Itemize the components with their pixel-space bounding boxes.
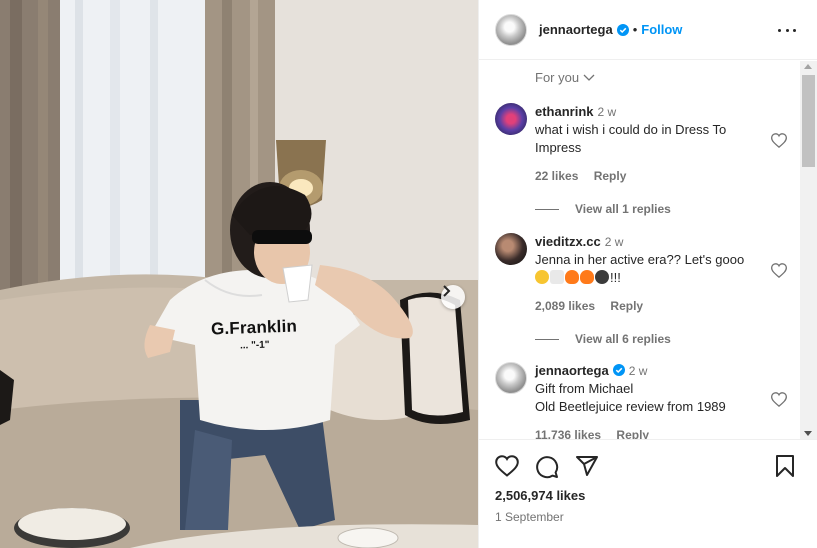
view-replies-label: View all 6 replies (575, 332, 671, 346)
comment-meta: 11,736 likes Reply (535, 428, 661, 439)
comment-sort-dropdown[interactable]: For you (535, 70, 595, 85)
comment-icon[interactable] (535, 455, 559, 479)
shirt-print-subtext: ... "-1" (239, 339, 270, 352)
comment-body: vieditzx.cc 2 w Jenna in her active era??… (535, 233, 767, 287)
reply-button[interactable]: Reply (610, 299, 643, 313)
comment-sort-label: For you (535, 70, 580, 85)
ninja-icon (595, 270, 609, 284)
reply-button[interactable]: Reply (616, 428, 649, 439)
verified-badge-icon (616, 23, 629, 36)
commenter-username[interactable]: jennaortega (535, 363, 609, 378)
heart-icon[interactable] (771, 392, 787, 407)
bookmark-icon[interactable] (775, 455, 795, 477)
heart-icon[interactable] (495, 455, 519, 477)
view-replies-label: View all 1 replies (575, 202, 671, 216)
post-header: jennaortega • Follow (479, 0, 817, 60)
commenter-avatar[interactable] (495, 103, 527, 135)
comment-likes[interactable]: 22 likes (535, 169, 578, 183)
comment-text-suffix: !!! (610, 270, 621, 285)
chevron-right-icon (443, 285, 451, 297)
comment-time: 2 w (628, 364, 648, 378)
comment-text-line2: Old Beetlejuice review from 1989 (535, 399, 726, 414)
share-icon[interactable] (575, 455, 599, 477)
author-username[interactable]: jennaortega (539, 22, 613, 37)
fire-icon (580, 270, 594, 284)
comment-meta: 2,089 likes Reply (535, 299, 655, 313)
fire-icon (565, 270, 579, 284)
post-likes-count[interactable]: 2,506,974 likes (495, 488, 585, 503)
comment-meta: 22 likes Reply (535, 169, 638, 183)
comments-list[interactable]: For you ethanrink 2 w what i wish i could… (479, 61, 817, 439)
comments-scrollbar[interactable] (800, 61, 817, 439)
scroll-thumb[interactable] (802, 75, 815, 167)
comment-text: Gift from Michael (535, 381, 634, 396)
verified-badge-icon (612, 364, 625, 376)
dash-icon (550, 270, 564, 284)
commenter-avatar[interactable] (495, 233, 527, 265)
heart-icon[interactable] (771, 263, 787, 278)
post-photo[interactable]: G.Franklin ... "-1" (0, 0, 478, 548)
chevron-down-icon (583, 74, 595, 81)
commenter-username[interactable]: vieditzx.cc (535, 234, 601, 249)
comment-body: ethanrink 2 w what i wish i could do in D… (535, 103, 767, 157)
photo-image (0, 0, 478, 548)
scroll-up-arrow-icon[interactable] (804, 64, 812, 69)
scroll-down-arrow-icon[interactable] (804, 431, 812, 436)
comment-likes[interactable]: 2,089 likes (535, 299, 595, 313)
comment-text: Jenna in her active era?? Let's gooo (535, 252, 745, 267)
more-options-icon[interactable] (778, 22, 796, 38)
comment-time: 2 w (597, 105, 617, 119)
view-replies-button[interactable]: View all 6 replies (535, 332, 671, 346)
reply-button[interactable]: Reply (594, 169, 627, 183)
comment-text: what i wish i could do in Dress To Impre… (535, 122, 727, 155)
post-actions: 2,506,974 likes 1 September (479, 439, 817, 548)
shirt-print-text: G.Franklin (210, 316, 298, 339)
post-side-panel: jennaortega • Follow For you ethanrink 2 … (478, 0, 817, 548)
astonished-face-icon (535, 270, 549, 284)
comment-body: jennaortega 2 w Gift from Michael Old Bee… (535, 362, 767, 416)
comment-time: 2 w (604, 235, 624, 249)
commenter-avatar[interactable] (495, 362, 527, 394)
separator-dot: • (632, 22, 638, 37)
view-replies-button[interactable]: View all 1 replies (535, 202, 671, 216)
next-image-button[interactable] (441, 285, 465, 309)
follow-button[interactable]: Follow (641, 22, 682, 37)
post-date[interactable]: 1 September (495, 510, 564, 524)
comment-likes[interactable]: 11,736 likes (535, 428, 601, 439)
commenter-username[interactable]: ethanrink (535, 104, 594, 119)
author-avatar[interactable] (495, 13, 527, 46)
heart-icon[interactable] (771, 133, 787, 148)
